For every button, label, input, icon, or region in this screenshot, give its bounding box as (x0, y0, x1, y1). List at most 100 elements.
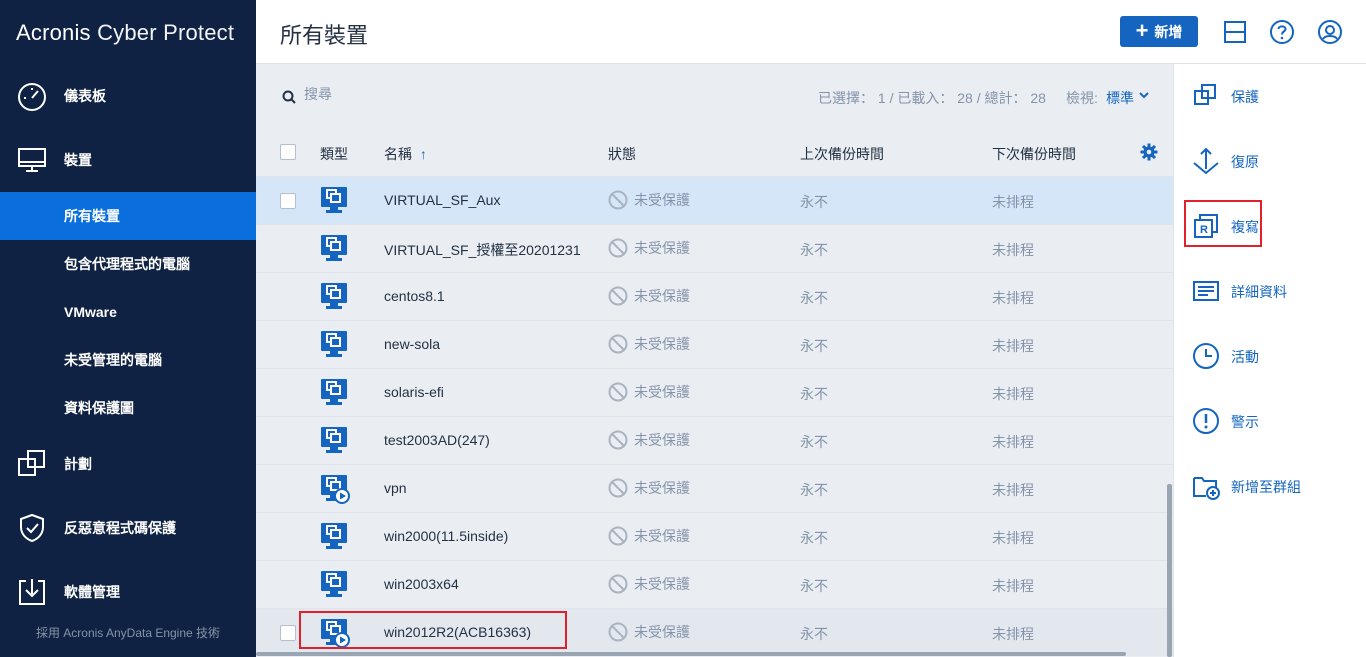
add-button-label: 新增 (1154, 23, 1183, 40)
device-status: 未受保護 (608, 478, 690, 498)
layout-icon[interactable] (1222, 19, 1248, 45)
search-icon (282, 90, 296, 104)
last-backup-time: 永不 (800, 482, 828, 498)
not-protected-icon (608, 286, 628, 306)
device-status: 未受保護 (608, 190, 690, 210)
column-header-name[interactable]: 名稱 ↑ (384, 144, 427, 164)
action-activities[interactable]: 活動 (1174, 328, 1366, 384)
brand-product: Cyber Protect (97, 20, 235, 45)
plans-icon (18, 450, 45, 476)
last-backup-time: 永不 (800, 194, 828, 210)
not-protected-icon (608, 526, 628, 546)
highlight-box-selected-device (299, 611, 567, 649)
action-alerts[interactable]: 警示 (1174, 393, 1366, 449)
action-label: 復原 (1231, 154, 1259, 170)
next-backup-time: 未排程 (992, 530, 1034, 546)
table-row[interactable]: test2003AD(247) 未受保護 永不 未排程 (256, 416, 1173, 464)
sidebar-item-label: VMware (64, 304, 117, 320)
column-header-last-backup[interactable]: 上次備份時間 (800, 144, 884, 164)
action-label: 保護 (1231, 89, 1259, 105)
last-backup-time: 永不 (800, 290, 828, 306)
table-row[interactable]: new-sola 未受保護 永不 未排程 (256, 320, 1173, 368)
protect-icon (1194, 84, 1216, 105)
virtual-machine-icon (321, 187, 347, 213)
next-backup-time: 未排程 (992, 386, 1034, 402)
select-all-checkbox[interactable] (280, 144, 296, 160)
page-title: 所有裝置 (280, 23, 369, 48)
sidebar-item-label: 儀表板 (64, 88, 106, 104)
gear-icon[interactable] (1140, 143, 1158, 161)
dashboard-icon (18, 83, 46, 111)
virtual-machine-icon (321, 331, 347, 357)
table-row[interactable]: solaris-efi 未受保護 永不 未排程 (256, 368, 1173, 416)
action-recover[interactable]: 復原 (1174, 133, 1366, 189)
powered-by-text: 採用 Acronis AnyData Engine 技術 (35, 626, 221, 640)
sidebar-item-all-devices[interactable]: 所有裝置 (0, 192, 256, 240)
device-status-label: 未受保護 (634, 240, 690, 256)
monitor-icon (18, 148, 46, 172)
table-row[interactable]: VIRTUAL_SF_授權至20201231 未受保護 永不 未排程 (256, 224, 1173, 272)
sidebar-item-label: 未受管理的電腦 (64, 352, 162, 368)
last-backup-time: 永不 (800, 530, 828, 546)
not-protected-icon (608, 190, 628, 210)
action-add-to-group[interactable]: 新增至群組 (1174, 458, 1366, 514)
search-input[interactable] (304, 86, 604, 102)
page-header: 所有裝置 + 新增 (256, 0, 1366, 64)
not-protected-icon (608, 334, 628, 354)
column-header-type[interactable]: 類型 (320, 144, 348, 164)
virtual-machine-running-icon (321, 475, 350, 504)
sidebar-item-label: 裝置 (64, 152, 92, 168)
sidebar-item-label: 所有裝置 (64, 208, 120, 224)
next-backup-time: 未排程 (992, 290, 1034, 306)
virtual-machine-icon (321, 571, 347, 597)
column-header-status[interactable]: 狀態 (608, 144, 636, 164)
help-icon[interactable] (1269, 19, 1295, 45)
not-protected-icon (608, 382, 628, 402)
virtual-machine-icon (321, 523, 347, 549)
row-checkbox[interactable] (280, 193, 296, 209)
row-checkbox[interactable] (280, 625, 296, 641)
action-protect[interactable]: 保護 (1174, 68, 1366, 124)
table-row[interactable]: win2000(11.5inside) 未受保護 永不 未排程 (256, 512, 1173, 560)
last-backup-time: 永不 (800, 242, 828, 258)
shield-check-icon (20, 513, 44, 543)
not-protected-icon (608, 478, 628, 498)
sidebar-item-dashboard[interactable]: 儀表板 (0, 64, 256, 128)
device-status-label: 未受保護 (634, 576, 690, 592)
device-name: centos8.1 (384, 288, 445, 304)
not-protected-icon (608, 622, 628, 642)
sidebar-item-label: 包含代理程式的電腦 (64, 256, 190, 272)
device-name: test2003AD(247) (384, 432, 490, 448)
table-row[interactable]: vpn 未受保護 永不 未排程 (256, 464, 1173, 512)
action-details[interactable]: 詳細資料 (1174, 263, 1366, 319)
device-name: vpn (384, 480, 407, 496)
device-status: 未受保護 (608, 382, 690, 402)
action-label: 詳細資料 (1231, 284, 1287, 300)
device-name: new-sola (384, 336, 441, 352)
add-button[interactable]: + 新增 (1120, 16, 1198, 47)
device-status-label: 未受保護 (634, 480, 690, 496)
sidebar-item-data-protection-map[interactable]: 資料保護圖 (0, 384, 256, 432)
table-row[interactable]: win2003x64 未受保護 永不 未排程 (256, 560, 1173, 608)
last-backup-time: 永不 (800, 338, 828, 354)
details-icon (1193, 281, 1219, 301)
sidebar-item-devices[interactable]: 裝置 (0, 128, 256, 192)
column-header-next-backup[interactable]: 下次備份時間 (992, 144, 1076, 164)
table-row[interactable]: centos8.1 未受保護 永不 未排程 (256, 272, 1173, 320)
device-status: 未受保護 (608, 430, 690, 450)
sidebar-item-vmware[interactable]: VMware (0, 288, 256, 336)
sidebar-item-unmanaged-machines[interactable]: 未受管理的電腦 (0, 336, 256, 384)
table-row[interactable]: VIRTUAL_SF_Aux 未受保護 永不 未排程 (256, 176, 1173, 224)
sidebar-item-machines-with-agents[interactable]: 包含代理程式的電腦 (0, 240, 256, 288)
highlight-box-replicate (1184, 200, 1262, 247)
sidebar-item-label: 軟體管理 (64, 584, 120, 600)
sidebar-item-antimalware[interactable]: 反惡意程式碼保護 (0, 496, 256, 560)
sidebar-item-software-management[interactable]: 軟體管理 (0, 560, 256, 624)
vertical-scrollbar[interactable] (1167, 484, 1172, 657)
view-select[interactable]: 標準 (1106, 88, 1134, 108)
sidebar-item-plans[interactable]: 計劃 (0, 432, 256, 496)
horizontal-scrollbar[interactable] (256, 652, 1126, 656)
account-icon[interactable] (1317, 19, 1343, 45)
chevron-down-icon[interactable] (1139, 92, 1149, 99)
device-status: 未受保護 (608, 334, 690, 354)
